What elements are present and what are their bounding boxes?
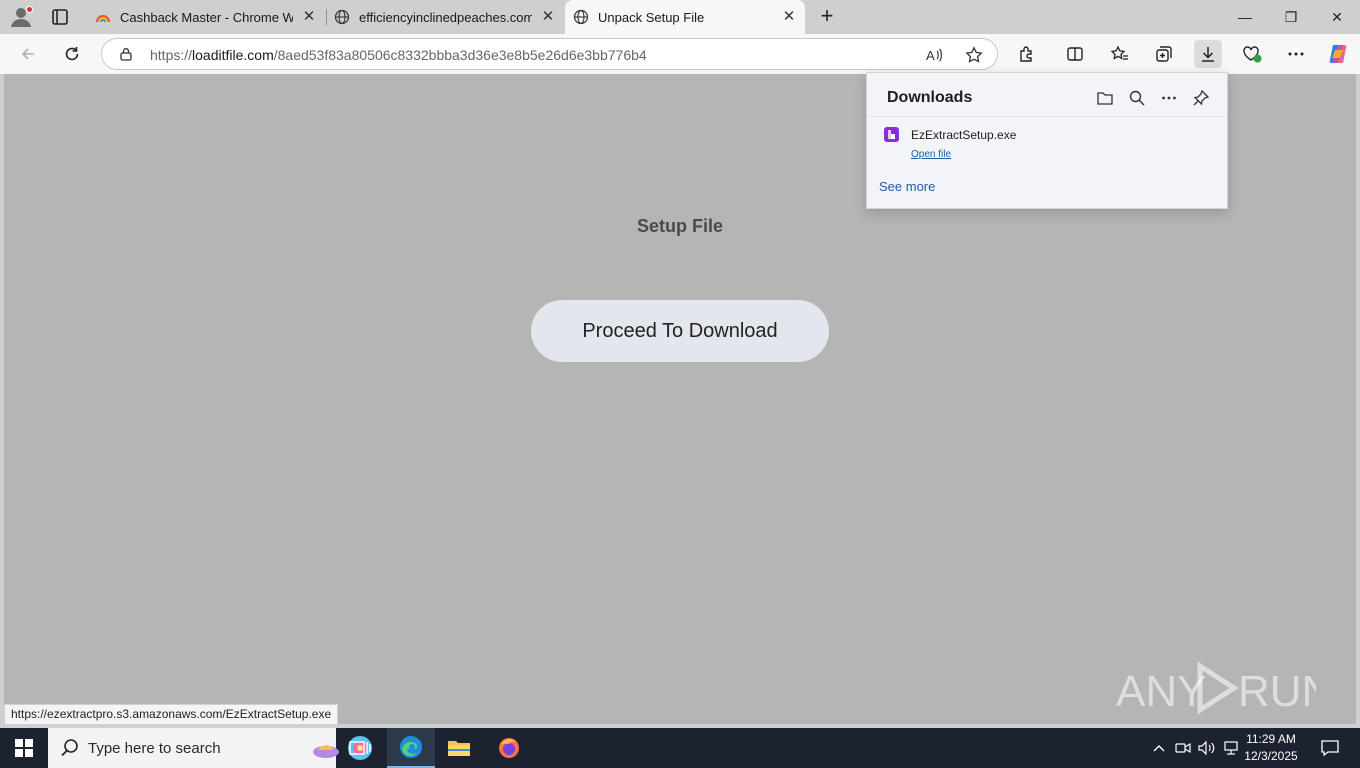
tab-unpack-setup-file[interactable]: Unpack Setup File ✕ xyxy=(565,0,805,34)
volume-icon[interactable] xyxy=(1197,728,1217,768)
svg-text:ANY: ANY xyxy=(1116,667,1206,716)
page-title: Setup File xyxy=(636,216,723,236)
url-scheme: https:// xyxy=(150,47,193,63)
split-screen-icon[interactable] xyxy=(1061,40,1089,68)
meet-now-icon[interactable] xyxy=(1174,728,1192,768)
tab-actions-icon[interactable] xyxy=(49,6,71,28)
tab-title: Cashback Master - Chrome Web S xyxy=(120,9,293,25)
firefox-icon[interactable] xyxy=(485,728,533,768)
start-button[interactable] xyxy=(0,728,48,768)
close-tab-icon[interactable]: ✕ xyxy=(301,9,317,25)
rainbow-favicon-icon xyxy=(96,15,110,23)
back-button[interactable] xyxy=(14,40,42,68)
downloads-more-options-icon[interactable] xyxy=(1158,87,1180,109)
svg-text:RUN: RUN xyxy=(1238,667,1316,716)
browser-essentials-icon[interactable] xyxy=(1238,40,1266,68)
divider xyxy=(867,116,1227,117)
tab-title: Unpack Setup File xyxy=(598,9,705,25)
downloads-panel: Downloads EzExtractSetup.exe Open file S… xyxy=(866,72,1228,209)
lock-icon[interactable] xyxy=(119,47,133,61)
show-hidden-icons[interactable] xyxy=(1150,728,1168,768)
tab-strip: Cashback Master - Chrome Web S ✕ efficie… xyxy=(0,0,1360,34)
file-explorer-icon[interactable] xyxy=(435,728,483,768)
clock-date: 12/3/2025 xyxy=(1244,749,1298,763)
installer-file-icon xyxy=(884,127,899,142)
url-path: /8aed53f83a80506c8332bbba3d36e3e8b5e26d6… xyxy=(273,47,647,63)
profile-avatar-icon[interactable] xyxy=(8,5,34,29)
refresh-icon xyxy=(65,47,79,61)
refresh-button[interactable] xyxy=(58,40,86,68)
network-icon[interactable] xyxy=(1221,728,1241,768)
notification-dot xyxy=(26,6,33,13)
anyrun-watermark-logo: ANY RUN xyxy=(1116,661,1316,716)
tab-efficiencyinclinedpeaches[interactable]: efficiencyinclinedpeaches.com/e4 ✕ xyxy=(326,0,564,34)
globe-icon xyxy=(334,9,350,25)
windows-logo-icon xyxy=(15,739,33,757)
close-tab-icon[interactable]: ✕ xyxy=(540,9,556,25)
downloads-icon[interactable] xyxy=(1194,40,1222,68)
minimize-button[interactable]: — xyxy=(1222,0,1268,34)
search-placeholder: Type here to search xyxy=(88,739,221,757)
proceed-to-download-button[interactable]: Proceed To Download xyxy=(531,300,829,362)
favorites-icon[interactable] xyxy=(1106,40,1134,68)
close-tab-icon[interactable]: ✕ xyxy=(781,9,797,25)
back-arrow-icon xyxy=(21,48,34,60)
edge-taskbar-icon[interactable] xyxy=(387,728,435,768)
search-icon xyxy=(61,739,78,757)
pin-downloads-icon[interactable] xyxy=(1190,87,1212,109)
tab-cashback-master[interactable]: Cashback Master - Chrome Web S ✕ xyxy=(87,0,325,34)
copilot-icon[interactable] xyxy=(1324,40,1352,68)
restore-button[interactable]: ❐ xyxy=(1268,0,1314,34)
clock-time: 11:29 AM xyxy=(1246,732,1296,746)
url-host: loaditfile.com xyxy=(192,47,274,63)
taskbar-search-box[interactable]: Type here to search xyxy=(48,728,372,768)
read-aloud-icon[interactable]: A xyxy=(924,45,944,65)
extensions-icon[interactable] xyxy=(1013,40,1041,68)
close-window-button[interactable]: ✕ xyxy=(1314,0,1360,34)
tab-title: efficiencyinclinedpeaches.com/e4 xyxy=(359,9,532,25)
see-more-link[interactable]: See more xyxy=(879,179,935,194)
downloads-title: Downloads xyxy=(887,89,973,106)
svg-text:A: A xyxy=(926,48,935,63)
address-bar[interactable]: https://loaditfile.com/8aed53f83a80506c8… xyxy=(101,38,998,70)
new-tab-button[interactable]: + xyxy=(815,5,839,29)
open-file-link[interactable]: Open file xyxy=(911,149,951,160)
open-downloads-folder-icon[interactable] xyxy=(1094,87,1116,109)
search-downloads-icon[interactable] xyxy=(1126,87,1148,109)
browser-toolbar: https://loaditfile.com/8aed53f83a80506c8… xyxy=(0,34,1360,74)
url-text[interactable]: https://loaditfile.com/8aed53f83a80506c8… xyxy=(150,47,647,63)
globe-icon xyxy=(573,9,589,25)
more-menu-icon[interactable] xyxy=(1282,40,1310,68)
taskbar-clock[interactable]: 11:29 AM 12/3/2025 xyxy=(1240,731,1302,765)
task-view-icon[interactable] xyxy=(336,728,384,768)
status-bar-url: https://ezextractpro.s3.amazonaws.com/Ez… xyxy=(4,704,339,725)
windows-taskbar: Type here to search 11:29 AM 12/3/2025 xyxy=(0,728,1360,768)
download-file-name[interactable]: EzExtractSetup.exe xyxy=(911,128,1016,142)
favorite-star-icon[interactable] xyxy=(964,45,984,65)
collections-icon[interactable] xyxy=(1150,40,1178,68)
notifications-icon[interactable] xyxy=(1312,728,1348,768)
